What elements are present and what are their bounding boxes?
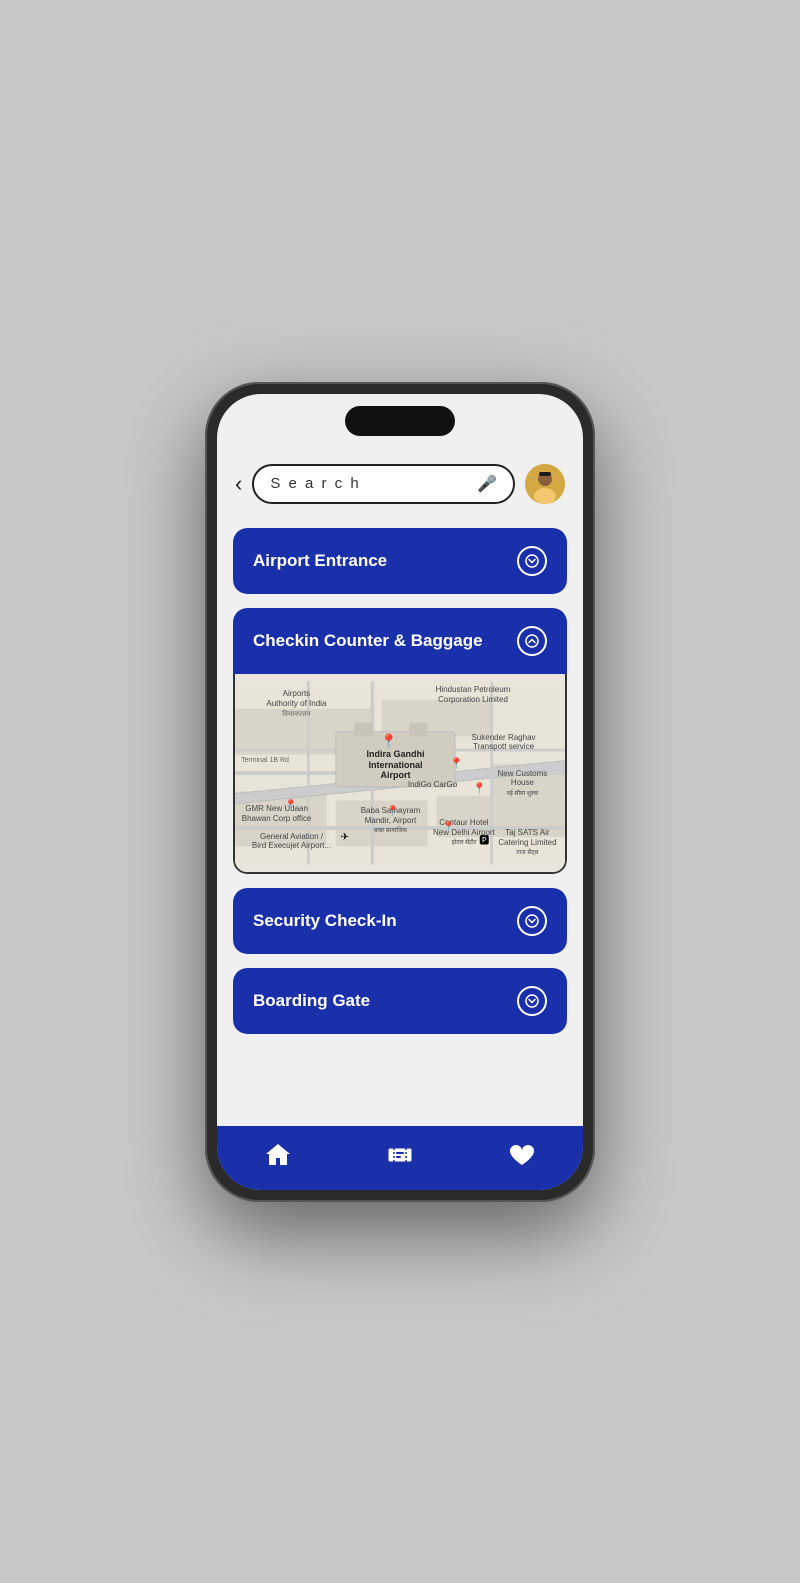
chevron-up-icon-checkin (517, 626, 547, 656)
accordion-airport-entrance: Airport Entrance (233, 528, 567, 594)
accordion-boarding: Boarding Gate (233, 968, 567, 1034)
accordion-header-checkin[interactable]: Checkin Counter & Baggage (233, 608, 567, 674)
map-pin-centaur: 📍 (443, 822, 455, 833)
map-pin-gmr: 📍 (285, 800, 297, 811)
avatar[interactable] (525, 464, 565, 504)
map-container: AirportsAuthority of Indiaविमानपत्तन Hin… (235, 674, 565, 872)
search-bar[interactable]: S e a r c h 🎤 (252, 464, 515, 504)
chevron-down-icon-airport (517, 546, 547, 576)
tickets-icon (385, 1140, 415, 1170)
map-label-general-aviation: General Aviation /Bird Execujet Airport.… (252, 832, 332, 851)
map-panel: AirportsAuthority of Indiaविमानपत्तन Hin… (233, 674, 567, 874)
map-pin-baba: 📍 (387, 806, 399, 817)
map-label-hindustan: Hindustan PetroleumCorporation Limited (433, 685, 513, 704)
accordion-header-boarding[interactable]: Boarding Gate (233, 968, 567, 1034)
mic-icon[interactable]: 🎤 (477, 474, 497, 494)
back-button[interactable]: ‹ (235, 471, 242, 497)
map-label-igi: Indira GandhiInternationalAirport (351, 749, 441, 781)
nav-favorites[interactable] (507, 1140, 537, 1170)
nav-home[interactable] (263, 1140, 293, 1170)
map-label-gmr: GMR New UdaanBhawan Corp office (242, 804, 312, 823)
accordion-security: Security Check-In (233, 888, 567, 954)
bottom-nav (217, 1126, 583, 1190)
avatar-image (525, 464, 565, 504)
accordion-header-security[interactable]: Security Check-In (233, 888, 567, 954)
header: ‹ S e a r c h 🎤 (217, 454, 583, 518)
map-pin-general: ✈ (341, 832, 349, 843)
dynamic-island (345, 406, 455, 436)
phone-frame: ‹ S e a r c h 🎤 (205, 382, 595, 1202)
nav-tickets[interactable] (385, 1140, 415, 1170)
map-pin-customs: 📍 (473, 782, 487, 795)
home-icon (263, 1140, 293, 1170)
map-label-airports-authority: AirportsAuthority of Indiaविमानपत्तन (261, 689, 331, 719)
search-text: S e a r c h (270, 475, 469, 492)
chevron-down-icon-boarding (517, 986, 547, 1016)
accordion-title-checkin: Checkin Counter & Baggage (253, 631, 483, 651)
map-label-indigo: IndiGo CarGo (400, 780, 465, 790)
accordion-title-security: Security Check-In (253, 911, 397, 931)
phone-screen: ‹ S e a r c h 🎤 (217, 394, 583, 1190)
screen-content: ‹ S e a r c h 🎤 (217, 394, 583, 1190)
chevron-down-icon-security (517, 906, 547, 936)
map-label-centaur: Centaur HotelNew Delhi Airportहोटल सेंटौ… (426, 818, 501, 847)
bottom-spacer (233, 1048, 567, 1068)
scroll-area: Airport Entrance Checkin Counter & Bagga… (217, 518, 583, 1126)
accordion-header-airport-entrance[interactable]: Airport Entrance (233, 528, 567, 594)
map-pin-p: 🅿 (479, 832, 489, 847)
map-label-sukender: Sukender RaghavTranspott service (466, 733, 541, 752)
map-label-taj: Taj SATS AirCatering Limitedताज सैट्स (492, 828, 562, 857)
map-label-terminal: Terminal 1B Rd (235, 757, 295, 765)
heart-icon (507, 1140, 537, 1170)
map-pin-indigo: 📍 (450, 757, 464, 770)
accordion-title-airport-entrance: Airport Entrance (253, 551, 387, 571)
accordion-title-boarding: Boarding Gate (253, 991, 370, 1011)
accordion-checkin: Checkin Counter & Baggage (233, 608, 567, 874)
map-pin-igi: 📍 (380, 733, 397, 750)
map-label-customs: New Customs Houseनई सीमा शुल्क (492, 769, 552, 798)
